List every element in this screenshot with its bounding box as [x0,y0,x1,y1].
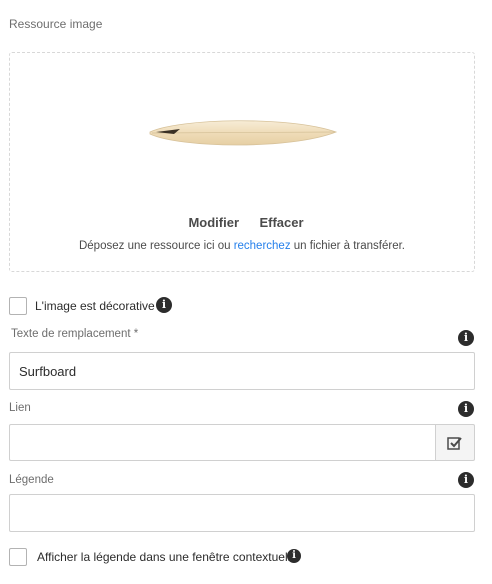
drop-hint: Déposez une ressource ici ou recherchez … [0,240,484,252]
alt-text-input[interactable] [9,352,475,390]
clear-button[interactable]: Effacer [259,215,303,230]
path-picker-icon [447,436,462,450]
info-icon[interactable]: i [156,297,172,313]
info-icon[interactable]: i [287,549,301,563]
decorative-label: L'image est décorative [35,299,155,313]
link-label: Lien [9,402,31,414]
caption-popup-label: Afficher la légende dans une fenêtre con… [37,550,297,564]
info-icon[interactable]: i [458,330,474,346]
asset-actions: Modifier Effacer [0,214,492,232]
path-picker-button[interactable] [435,424,475,461]
browse-link[interactable]: recherchez [234,240,291,252]
drop-hint-after: un fichier à transférer. [290,240,405,252]
caption-popup-checkbox[interactable] [9,548,27,566]
drop-hint-before: Déposez une ressource ici ou [78,240,234,252]
decorative-checkbox[interactable] [9,297,27,315]
caption-label: Légende [9,474,54,486]
link-input[interactable] [9,424,436,461]
alt-text-label: Texte de remplacement * [11,328,139,340]
modify-button[interactable]: Modifier [188,215,239,230]
image-resource-label: Ressource image [9,17,103,31]
surfboard-thumbnail[interactable] [140,116,340,160]
info-icon[interactable]: i [458,472,474,488]
asset-dropzone[interactable] [9,52,475,272]
info-icon[interactable]: i [458,401,474,417]
caption-input[interactable] [9,494,475,532]
